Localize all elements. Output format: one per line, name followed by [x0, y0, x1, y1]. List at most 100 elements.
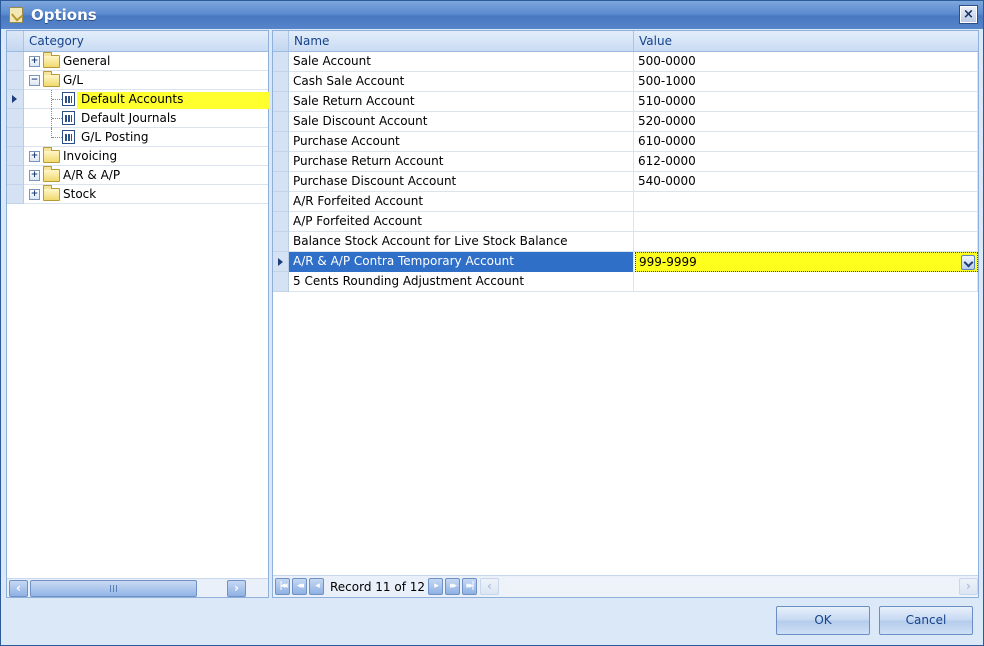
table-row[interactable]: Balance Stock Account for Live Stock Bal…	[273, 232, 978, 252]
tree-item-label: General	[63, 54, 111, 68]
cell-name[interactable]: Purchase Discount Account	[289, 172, 634, 192]
dropdown-chevron-icon[interactable]	[961, 255, 975, 270]
collapse-icon[interactable]: −	[29, 75, 40, 86]
column-header-name[interactable]: Name	[289, 31, 634, 51]
title-bar[interactable]: Options ×	[1, 1, 983, 29]
cell-value[interactable]: 540-0000	[635, 172, 978, 192]
category-header: Category	[7, 31, 268, 52]
table-row[interactable]: A/P Forfeited Account	[273, 212, 978, 232]
first-record-icon[interactable]: |◂◂	[275, 578, 290, 595]
table-row[interactable]: Purchase Return Account 612-0000	[273, 152, 978, 172]
scroll-left-icon[interactable]: ‹	[9, 580, 28, 597]
scroll-left-icon[interactable]: ‹	[480, 578, 499, 595]
table-row[interactable]: Sale Discount Account 520-0000	[273, 112, 978, 132]
current-row-arrow-icon	[278, 258, 283, 266]
accounts-grid: Name Value Sale Account 500-0000 Cash Sale…	[272, 30, 979, 598]
cell-value[interactable]: 999-9999	[635, 252, 978, 272]
ok-button[interactable]: OK	[776, 606, 870, 635]
tree-item-gl[interactable]: − G/L	[7, 71, 268, 90]
cell-name[interactable]: A/P Forfeited Account	[289, 212, 634, 232]
expand-icon[interactable]: +	[29, 189, 40, 200]
options-window: Options × Category + General − G/L Defau…	[0, 0, 984, 646]
cell-value[interactable]	[635, 272, 978, 292]
tree-item-default-accounts[interactable]: Default Accounts	[7, 90, 269, 109]
row-indicator	[7, 52, 24, 71]
cancel-button[interactable]: Cancel	[879, 606, 973, 635]
app-icon	[9, 7, 23, 23]
scroll-thumb[interactable]	[30, 580, 197, 597]
folder-icon	[43, 185, 60, 201]
cell-value[interactable]: 610-0000	[635, 132, 978, 152]
tree-horizontal-scrollbar[interactable]: ‹ ›	[7, 578, 268, 597]
cell-name[interactable]: Sale Return Account	[289, 92, 634, 112]
cell-name[interactable]: Sale Discount Account	[289, 112, 634, 132]
tree-item-default-journals[interactable]: Default Journals	[7, 109, 268, 128]
cell-name[interactable]: Sale Account	[289, 52, 634, 72]
previous-record-icon[interactable]: ◂	[309, 578, 324, 595]
cell-name[interactable]: 5 Cents Rounding Adjustment Account	[289, 272, 634, 292]
cell-value[interactable]: 500-0000	[635, 52, 978, 72]
cell-value[interactable]: 612-0000	[635, 152, 978, 172]
cell-name[interactable]: A/R & A/P Contra Temporary Account	[289, 252, 634, 272]
cell-name[interactable]: Purchase Return Account	[289, 152, 634, 172]
cell-value-text: 612-0000	[638, 154, 696, 168]
tree-item-invoicing[interactable]: + Invoicing	[7, 147, 268, 166]
table-row[interactable]: Purchase Discount Account 540-0000	[273, 172, 978, 192]
tree-item-label: A/R & A/P	[63, 168, 121, 182]
table-row[interactable]: 5 Cents Rounding Adjustment Account	[273, 272, 978, 292]
table-row[interactable]: Purchase Account 610-0000	[273, 132, 978, 152]
table-row[interactable]: A/R & A/P Contra Temporary Account 999-99…	[273, 252, 978, 272]
tree-item-ar-ap[interactable]: + A/R & A/P	[7, 166, 268, 185]
row-indicator	[7, 128, 24, 147]
expand-icon[interactable]: +	[29, 170, 40, 181]
cell-value-text: 520-0000	[638, 114, 696, 128]
cell-value[interactable]: 520-0000	[635, 112, 978, 132]
scroll-right-icon[interactable]: ›	[959, 578, 978, 595]
table-row[interactable]: Cash Sale Account 500-1000	[273, 72, 978, 92]
cell-value[interactable]: 500-1000	[635, 72, 978, 92]
table-row[interactable]: Sale Return Account 510-0000	[273, 92, 978, 112]
row-indicator	[273, 152, 289, 172]
tree-item-label: Default Journals	[81, 111, 177, 125]
next-page-icon[interactable]: ▸▸	[445, 578, 460, 595]
tree-item-general[interactable]: + General	[7, 52, 268, 71]
row-indicator	[7, 71, 24, 90]
cell-value-text: 999-9999	[639, 255, 697, 269]
tree-line	[52, 118, 62, 119]
row-indicator	[7, 185, 24, 204]
cell-name[interactable]: A/R Forfeited Account	[289, 192, 634, 212]
row-indicator	[273, 212, 289, 232]
expand-icon[interactable]: +	[29, 151, 40, 162]
cell-value-text: 610-0000	[638, 134, 696, 148]
table-row[interactable]: Sale Account 500-0000	[273, 52, 978, 72]
close-button[interactable]: ×	[960, 6, 977, 23]
cell-value-text: 500-0000	[638, 54, 696, 68]
tree-line	[52, 137, 62, 138]
expand-icon[interactable]: +	[29, 56, 40, 67]
row-indicator	[7, 90, 24, 109]
column-header-value[interactable]: Value	[635, 31, 978, 51]
category-tree: Category + General − G/L Default Account…	[6, 30, 269, 598]
cell-name[interactable]: Cash Sale Account	[289, 72, 634, 92]
next-record-icon[interactable]: ▸	[428, 578, 443, 595]
last-record-icon[interactable]: ▸▸|	[462, 578, 477, 595]
tree-item-stock[interactable]: + Stock	[7, 185, 268, 204]
previous-page-icon[interactable]: ◂◂	[292, 578, 307, 595]
scroll-right-icon[interactable]: ›	[227, 580, 246, 597]
cell-name[interactable]: Balance Stock Account for Live Stock Bal…	[289, 232, 634, 252]
cell-value[interactable]	[635, 212, 978, 232]
cell-value[interactable]: 510-0000	[635, 92, 978, 112]
cell-value[interactable]	[635, 192, 978, 212]
cell-value-text: 540-0000	[638, 174, 696, 188]
tree-item-gl-posting[interactable]: G/L Posting	[7, 128, 268, 147]
row-indicator	[273, 92, 289, 112]
document-icon	[62, 92, 75, 106]
document-icon	[62, 111, 75, 125]
grid-horizontal-scrollbar[interactable]: ‹ ›	[480, 577, 978, 597]
cell-name[interactable]: Purchase Account	[289, 132, 634, 152]
row-indicator	[273, 252, 289, 272]
cell-value[interactable]	[635, 232, 978, 252]
category-header-label: Category	[29, 34, 84, 48]
document-icon	[62, 130, 75, 144]
table-row[interactable]: A/R Forfeited Account	[273, 192, 978, 212]
